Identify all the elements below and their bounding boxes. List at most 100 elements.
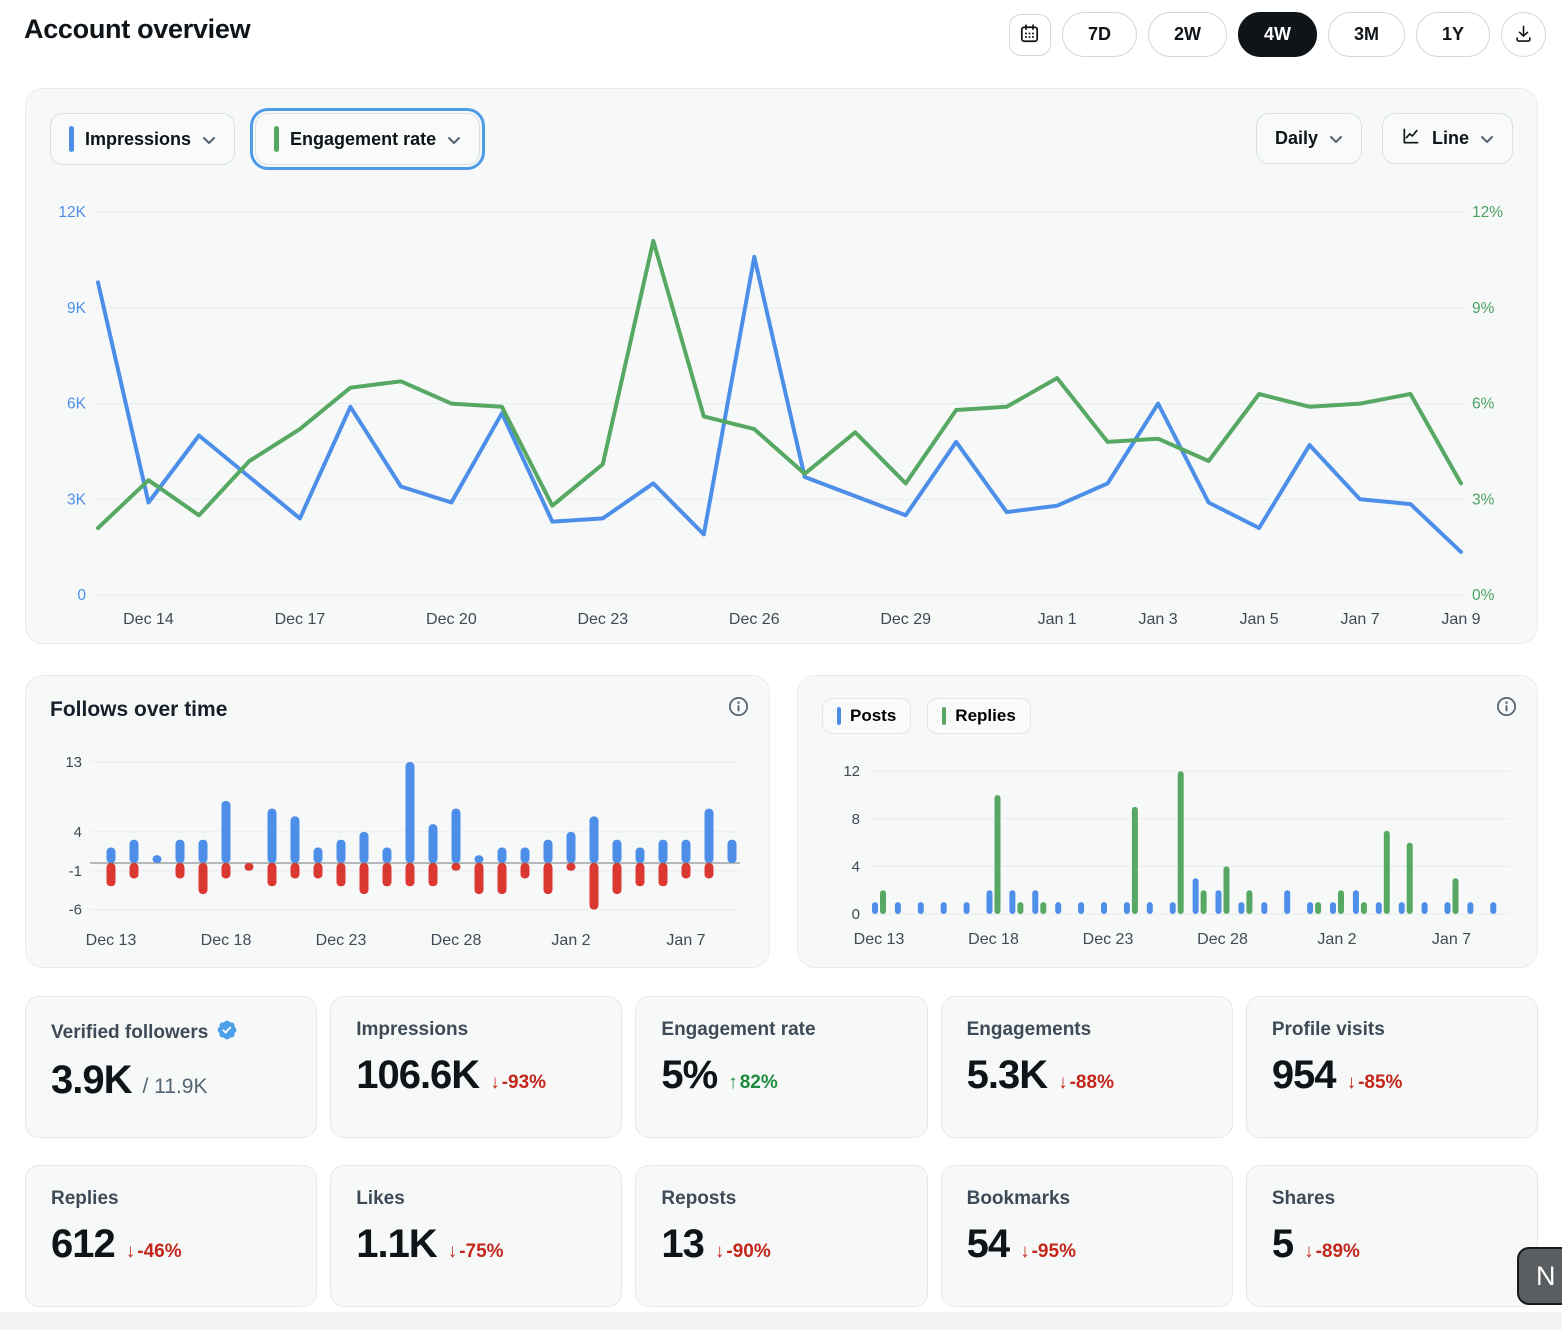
chevron-down-icon (202, 129, 216, 150)
svg-text:Dec 18: Dec 18 (201, 932, 252, 949)
impressions-series-label: Impressions (85, 129, 191, 150)
range-7d-button[interactable]: 7D (1062, 12, 1137, 57)
chart-type-label: Line (1432, 128, 1469, 149)
stats-row-2: Replies 612 ↓-46% Likes 1.1K ↓-75% Repos… (25, 1165, 1538, 1307)
impressions-series-selector[interactable]: Impressions (50, 113, 235, 165)
line-chart-icon (1401, 126, 1421, 151)
follows-over-time-card: Follows over time 134-1-6Dec 13Dec 18Dec… (25, 675, 770, 968)
replies-legend-label: Replies (955, 706, 1015, 726)
down-arrow-icon: ↓ (1058, 1072, 1068, 1094)
stat-value: 5.3K (967, 1053, 1048, 1098)
stat-delta: ↓-90% (715, 1241, 771, 1263)
stat-delta: ↓-88% (1058, 1072, 1114, 1094)
engagement-rate-series-selector[interactable]: Engagement rate (255, 113, 480, 165)
svg-text:Jan 9: Jan 9 (1441, 611, 1480, 628)
svg-text:Jan 2: Jan 2 (1317, 931, 1356, 948)
legend-posts[interactable]: Posts (822, 698, 911, 734)
svg-text:Jan 2: Jan 2 (551, 932, 590, 949)
stat-card-reposts: Reposts 13 ↓-90% (635, 1165, 927, 1307)
posts-replies-bar-chart[interactable]: 04812Dec 13Dec 18Dec 23Dec 28Jan 2Jan 7 (822, 742, 1514, 956)
svg-text:Dec 28: Dec 28 (431, 932, 482, 949)
svg-text:Dec 18: Dec 18 (968, 931, 1019, 948)
svg-text:3%: 3% (1472, 491, 1495, 508)
up-arrow-icon: ↑ (728, 1072, 738, 1094)
info-icon (728, 705, 749, 720)
svg-text:Dec 23: Dec 23 (577, 611, 628, 628)
next-section-edge (0, 1312, 1562, 1330)
down-arrow-icon: ↓ (448, 1241, 458, 1263)
range-4w-button[interactable]: 4W (1238, 12, 1317, 57)
svg-text:0: 0 (77, 587, 86, 604)
granularity-label: Daily (1275, 128, 1318, 149)
stat-card-replies: Replies 612 ↓-46% (25, 1165, 317, 1307)
stat-card-impressions: Impressions 106.6K ↓-93% (330, 996, 622, 1138)
down-arrow-icon: ↓ (126, 1241, 136, 1263)
down-arrow-icon: ↓ (1347, 1072, 1357, 1094)
info-button[interactable] (728, 696, 749, 720)
svg-text:Jan 3: Jan 3 (1139, 611, 1178, 628)
svg-text:Dec 14: Dec 14 (123, 611, 174, 628)
svg-text:Dec 13: Dec 13 (854, 931, 905, 948)
stat-card-profile-visits: Profile visits 954 ↓-85% (1246, 996, 1538, 1138)
main-chart-card: Impressions Engagement rate Daily (25, 88, 1538, 644)
stat-delta: ↓-93% (490, 1072, 546, 1094)
chevron-down-icon (1329, 128, 1343, 149)
stat-delta: ↓-85% (1347, 1072, 1403, 1094)
stat-secondary-value: / 11.9K (143, 1075, 208, 1099)
legend-replies[interactable]: Replies (927, 698, 1030, 734)
chart-type-dropdown[interactable]: Line (1382, 113, 1513, 164)
download-button[interactable] (1501, 12, 1546, 57)
granularity-dropdown[interactable]: Daily (1256, 113, 1362, 164)
svg-text:Jan 7: Jan 7 (1340, 611, 1379, 628)
stats-row-1: Verified followers 3.9K / 11.9K Impressi… (25, 996, 1538, 1138)
stat-delta: ↓-95% (1020, 1241, 1076, 1263)
range-2w-button[interactable]: 2W (1148, 12, 1227, 57)
stat-delta: ↓-46% (126, 1241, 182, 1263)
posts-color-tick (837, 707, 841, 725)
down-arrow-icon: ↓ (490, 1072, 500, 1094)
stat-label: Engagements (967, 1019, 1092, 1041)
calendar-button[interactable] (1009, 14, 1051, 56)
svg-text:Jan 5: Jan 5 (1240, 611, 1279, 628)
svg-text:Dec 17: Dec 17 (275, 611, 326, 628)
range-1y-button[interactable]: 1Y (1416, 12, 1490, 57)
svg-text:-6: -6 (69, 902, 82, 919)
stat-card-engagements: Engagements 5.3K ↓-88% (941, 996, 1233, 1138)
svg-text:Dec 20: Dec 20 (426, 611, 477, 628)
svg-text:12%: 12% (1472, 204, 1503, 221)
engagement-series-label: Engagement rate (290, 129, 436, 150)
stat-value: 1.1K (356, 1222, 437, 1267)
verified-badge-icon (216, 1019, 238, 1046)
follows-card-title: Follows over time (50, 698, 745, 722)
main-line-chart[interactable]: 00%3K3%6K6%9K9%12K12%Dec 14Dec 17Dec 20D… (50, 181, 1514, 633)
replies-color-tick (942, 707, 946, 725)
svg-text:-1: -1 (69, 863, 82, 880)
stat-label: Replies (51, 1188, 119, 1210)
down-arrow-icon: ↓ (1020, 1241, 1030, 1263)
svg-text:Dec 28: Dec 28 (1197, 931, 1248, 948)
stat-label: Bookmarks (967, 1188, 1071, 1210)
stat-delta: ↑82% (728, 1072, 778, 1094)
impressions-accent-bar (69, 126, 74, 152)
svg-text:Dec 29: Dec 29 (880, 611, 931, 628)
svg-text:Dec 26: Dec 26 (729, 611, 780, 628)
svg-text:0%: 0% (1472, 587, 1495, 604)
calendar-icon (1019, 23, 1040, 47)
stat-delta: ↓-89% (1304, 1241, 1360, 1263)
stat-card-bookmarks: Bookmarks 54 ↓-95% (941, 1165, 1233, 1307)
svg-text:13: 13 (65, 754, 82, 771)
follows-bar-chart[interactable]: 134-1-6Dec 13Dec 18Dec 23Dec 28Jan 2Jan … (50, 732, 747, 954)
stat-card-shares: Shares 5 ↓-89% (1246, 1165, 1538, 1307)
download-icon (1514, 24, 1533, 46)
stat-label: Likes (356, 1188, 405, 1210)
range-3m-button[interactable]: 3M (1328, 12, 1405, 57)
info-button[interactable] (1496, 696, 1517, 720)
follows-bars (107, 762, 737, 910)
page-title: Account overview (24, 14, 250, 45)
stat-label: Reposts (661, 1188, 736, 1210)
svg-text:Jan 1: Jan 1 (1038, 611, 1077, 628)
stat-value: 612 (51, 1222, 115, 1267)
next-button[interactable]: N (1517, 1247, 1562, 1305)
impressions-line (98, 257, 1461, 552)
chevron-down-icon (447, 129, 461, 150)
